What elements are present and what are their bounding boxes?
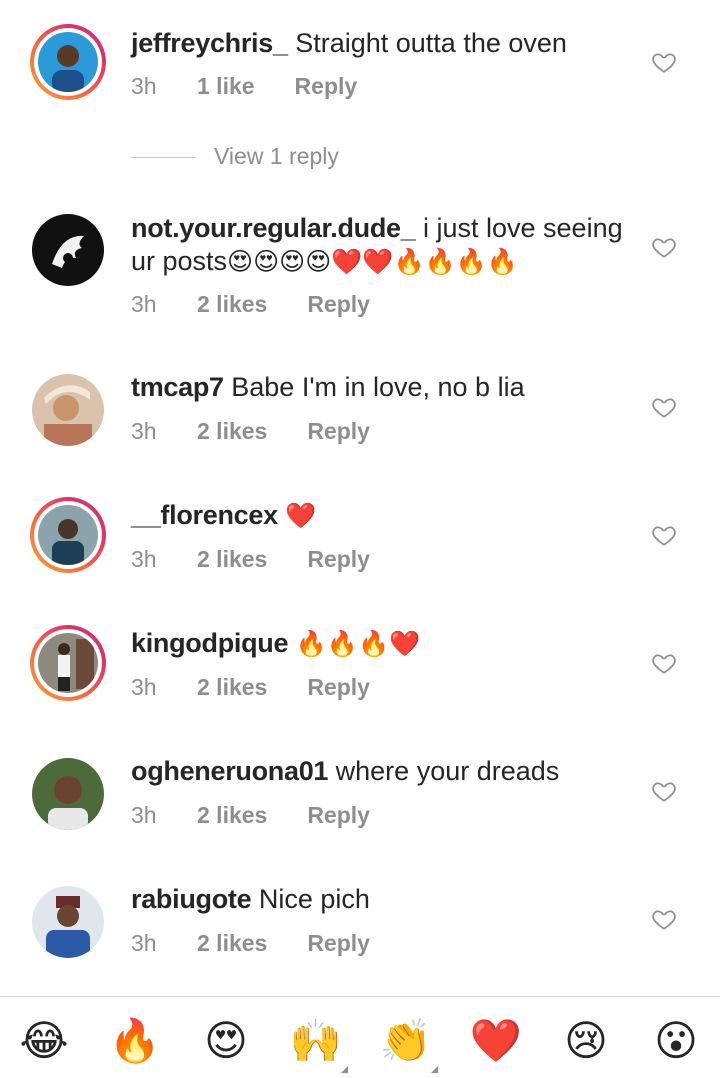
comment-time: 3h bbox=[131, 546, 157, 572]
comment-time: 3h bbox=[131, 73, 157, 99]
like-heart-icon[interactable] bbox=[651, 906, 677, 932]
crying-emoji-button[interactable]: 😢 bbox=[558, 1015, 614, 1067]
avatar[interactable] bbox=[30, 497, 106, 573]
raised-hands-emoji: 🙌 bbox=[289, 1016, 343, 1065]
reply-button[interactable]: Reply bbox=[307, 802, 370, 829]
comment-time: 3h bbox=[131, 802, 157, 828]
comment-meta: 3h 2 likes Reply bbox=[131, 930, 370, 957]
reply-button[interactable]: Reply bbox=[307, 418, 370, 445]
reply-button[interactable]: Reply bbox=[307, 291, 370, 318]
comment-meta: 3h 2 likes Reply bbox=[131, 674, 370, 701]
comment-meta: 3h 2 likes Reply bbox=[131, 291, 370, 318]
comment-likes[interactable]: 1 like bbox=[197, 73, 255, 100]
raised-hands-emoji-button[interactable]: 🙌 bbox=[288, 1015, 348, 1073]
reply-button[interactable]: Reply bbox=[295, 73, 358, 100]
avatar[interactable] bbox=[30, 372, 106, 448]
like-heart-icon[interactable] bbox=[651, 522, 677, 548]
reply-button[interactable]: Reply bbox=[307, 930, 370, 957]
comment-meta: 3h 1 like Reply bbox=[131, 73, 357, 100]
surprised-emoji-button[interactable]: 😮 bbox=[648, 1015, 704, 1067]
like-heart-icon[interactable] bbox=[651, 650, 677, 676]
comment-emojis: 🔥🔥🔥❤️ bbox=[295, 629, 421, 658]
comment-time: 3h bbox=[131, 291, 157, 317]
comments-screen: jeffreychris_ Straight outta the oven 3h… bbox=[0, 0, 720, 1078]
comment-username[interactable]: not.your.regular.dude_ bbox=[131, 213, 416, 243]
reply-button[interactable]: Reply bbox=[307, 674, 370, 701]
comment-likes[interactable]: 2 likes bbox=[197, 546, 267, 573]
comment-time: 3h bbox=[131, 930, 157, 956]
comment-emojis: ❤️ bbox=[285, 501, 317, 530]
comment-username[interactable]: jeffreychris_ bbox=[131, 28, 288, 58]
avatar[interactable] bbox=[30, 212, 106, 288]
comment-meta: 3h 2 likes Reply bbox=[131, 418, 370, 445]
avatar[interactable] bbox=[30, 884, 106, 960]
comment-meta: 3h 2 likes Reply bbox=[131, 546, 370, 573]
heart-eyes-emoji-button[interactable]: 😍 bbox=[198, 1015, 254, 1067]
comment-time: 3h bbox=[131, 418, 157, 444]
comment-time: 3h bbox=[131, 674, 157, 700]
laugh-emoji-button[interactable]: 😂 bbox=[16, 1015, 72, 1067]
comment-body: where your dreads bbox=[335, 756, 560, 786]
divider-line bbox=[131, 157, 196, 159]
comment-username[interactable]: kingodpique bbox=[131, 628, 288, 658]
comment-likes[interactable]: 2 likes bbox=[197, 418, 267, 445]
red-heart-emoji-button[interactable]: ❤️ bbox=[468, 1015, 524, 1067]
comment-body: Straight outta the oven bbox=[295, 28, 567, 58]
avatar[interactable] bbox=[30, 756, 106, 832]
comment-meta: 3h 2 likes Reply bbox=[131, 802, 370, 829]
comment-text: rabiugote Nice pich bbox=[131, 883, 631, 916]
skin-tone-indicator-icon bbox=[431, 1066, 438, 1073]
clap-emoji: 👏 bbox=[379, 1016, 433, 1065]
avatar[interactable] bbox=[30, 24, 106, 100]
comment-username[interactable]: tmcap7 bbox=[131, 372, 224, 402]
like-heart-icon[interactable] bbox=[651, 49, 677, 75]
comment-body: Babe I'm in love, no b lia bbox=[231, 372, 525, 402]
comment-text: not.your.regular.dude_ i just love seein… bbox=[131, 212, 631, 278]
like-heart-icon[interactable] bbox=[651, 778, 677, 804]
comment-likes[interactable]: 2 likes bbox=[197, 291, 267, 318]
comment-text: jeffreychris_ Straight outta the oven bbox=[131, 27, 631, 60]
skin-tone-indicator-icon bbox=[341, 1066, 348, 1073]
view-replies-label: View 1 reply bbox=[214, 143, 339, 169]
comment-likes[interactable]: 2 likes bbox=[197, 802, 267, 829]
comment-likes[interactable]: 2 likes bbox=[197, 674, 267, 701]
comment-emojis: 😍😍😍😍❤️❤️🔥🔥🔥🔥 bbox=[227, 247, 519, 276]
comment-body: Nice pich bbox=[258, 884, 370, 914]
comment-text: kingodpique 🔥🔥🔥❤️ bbox=[131, 627, 631, 660]
like-heart-icon[interactable] bbox=[651, 234, 677, 260]
fire-emoji-button[interactable]: 🔥 bbox=[107, 1015, 163, 1067]
comment-username[interactable]: ogheneruona01 bbox=[131, 756, 328, 786]
view-replies-link[interactable]: View 1 reply bbox=[131, 143, 339, 170]
comment-username[interactable]: __florencex bbox=[131, 500, 278, 530]
comment-text: ogheneruona01 where your dreads bbox=[131, 755, 631, 788]
clap-emoji-button[interactable]: 👏 bbox=[378, 1015, 438, 1073]
comment-likes[interactable]: 2 likes bbox=[197, 930, 267, 957]
emoji-quick-bar: 😂 🔥 😍 🙌 👏 ❤️ 😢 😮 bbox=[0, 996, 720, 1078]
comment-text: tmcap7 Babe I'm in love, no b lia bbox=[131, 371, 631, 404]
reply-button[interactable]: Reply bbox=[307, 546, 370, 573]
comment-username[interactable]: rabiugote bbox=[131, 884, 252, 914]
like-heart-icon[interactable] bbox=[651, 394, 677, 420]
avatar[interactable] bbox=[30, 625, 106, 701]
comment-text: __florencex ❤️ bbox=[131, 499, 631, 532]
